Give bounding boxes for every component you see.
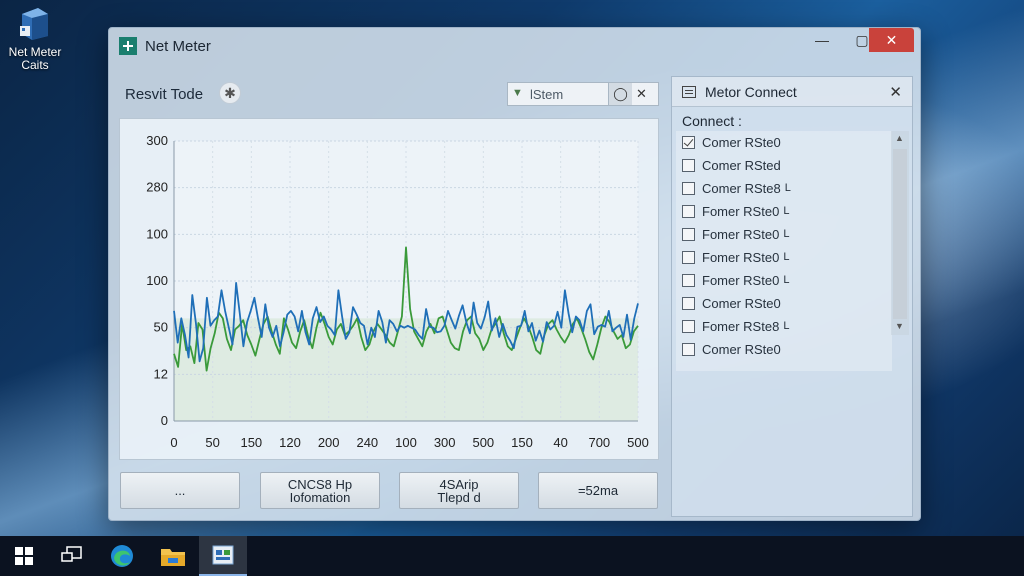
net-meter-taskbar-icon[interactable] [199,536,247,576]
y-tick-label: 100 [146,273,168,288]
edge-icon[interactable] [98,536,146,576]
connection-item[interactable]: Comer RSted [682,154,882,176]
more-button[interactable]: ... [120,472,240,509]
desktop-icon-net-meter[interactable]: Net Meter Caits [4,6,66,72]
meter-connect-panel: Metor Connect ✕ Connect : Comer RSte0 Com… [671,76,913,517]
button-label: 4SArip [439,476,479,492]
x-tick-label: 100 [395,435,417,450]
panel-icon [682,86,696,98]
connection-checkbox[interactable] [682,135,695,149]
search-box[interactable]: ▼ lStem ◯ ✕ [507,82,659,106]
y-tick-label: 280 [146,180,168,195]
connection-label: Comer RSte8 [702,180,781,196]
line-chart: 300280100100501200 50 150 120 200 240 100 300 50… [146,133,649,450]
search-button[interactable]: ◯ [608,83,632,105]
connection-item[interactable]: Fomer RSte0 L [682,200,882,222]
connection-label: Comer RSte0 [702,134,781,150]
app-icon [119,37,137,55]
connection-checkbox[interactable] [682,158,695,172]
connection-label: Comer RSte0 [702,295,781,311]
task-view-icon[interactable] [48,536,96,576]
value-button[interactable]: =52ma [538,472,658,509]
connection-item[interactable]: Comer RSte0 [682,338,882,360]
scroll-thumb[interactable] [893,149,907,319]
net-meter-desktop-icon [18,6,52,42]
windows-start-icon[interactable] [0,536,48,576]
search-clear-icon[interactable]: ✕ [636,86,647,102]
panel-subtitle: Connect : [682,113,742,129]
connection-checkbox[interactable] [682,227,695,241]
connection-item[interactable]: Fomer RSte0 L [682,246,882,268]
x-tick-label: 240 [356,435,378,450]
file-explorer-icon[interactable] [149,536,197,576]
report-button[interactable]: 4SArip Tlepd d [399,472,519,509]
scrollbar[interactable]: ▲ ▼ [891,131,909,335]
button-sublabel: Iofomation [289,489,351,505]
button-label: =52ma [577,483,619,498]
connection-checkbox[interactable] [682,342,695,356]
connection-suffix: L [784,182,791,194]
connection-label: Fomer RSte8 [702,318,780,334]
filter-icon: ▼ [512,87,523,99]
information-button[interactable]: CNCS8 Hp Iofomation [260,472,380,509]
connection-label: Comer RSted [702,157,781,173]
chart-panel: 300 280 100 100 50 12 0 0 50 150 120 200 240 100 300 50… [119,118,659,460]
x-tick-label: 700 [588,435,610,450]
connection-checkbox[interactable] [682,250,695,264]
button-sublabel: Tlepd d [437,489,481,505]
connection-label: Fomer RSte0 [702,226,780,242]
y-tick-label: 100 [146,226,168,241]
x-tick-label: 500 [472,435,494,450]
y-tick-label: 12 [154,366,168,381]
connection-checkbox[interactable] [682,319,695,333]
x-tick-label: 500 [627,435,649,450]
button-label: CNCS8 Hp [287,476,353,492]
search-input[interactable]: lStem [530,87,563,102]
connection-label: Comer RSte0 [702,341,781,357]
panel-close-icon[interactable]: ✕ [889,83,902,101]
window-title: Net Meter [145,38,211,55]
x-tick-label: 200 [318,435,340,450]
x-tick-label: 40 [553,435,567,450]
y-tick-label: 0 [161,413,168,428]
connection-label: Fomer RSte0 [702,203,780,219]
connection-label: Fomer RSte0 [702,272,780,288]
x-tick-label: 0 [170,435,177,450]
panel-header: Metor Connect ✕ [672,77,912,107]
connection-item[interactable]: Comer RSte0 [682,292,882,314]
connection-item[interactable]: Fomer RSte0 L [682,269,882,291]
scroll-up-icon[interactable]: ▲ [895,133,904,143]
toolbar-label: Resvit Tode [125,86,204,103]
taskbar [0,536,1024,576]
connection-checkbox[interactable] [682,296,695,310]
title-bar[interactable]: Net Meter — ▢ ✕ [109,28,920,64]
x-tick-label: 150 [240,435,262,450]
connection-item[interactable]: Comer RSte0 [682,131,882,153]
y-tick-label: 50 [154,320,168,335]
connection-suffix: L [783,274,790,286]
connection-item[interactable]: Comer RSte8 L [682,177,882,199]
connection-suffix: L [783,228,790,240]
x-tick-label: 50 [205,435,219,450]
connection-list: Comer RSte0 Comer RSted Comer RSte8 L Fomer … [676,131,892,371]
panel-title: Metor Connect [705,84,797,100]
connection-item[interactable]: Fomer RSte0 L [682,223,882,245]
connection-suffix: L [783,320,790,332]
x-tick-label: 150 [511,435,533,450]
y-tick-label: 300 [146,133,168,148]
desktop-icon-label: Net Meter Caits [8,45,62,72]
close-button[interactable]: ✕ [869,28,914,52]
connection-checkbox[interactable] [682,273,695,287]
x-tick-label: 300 [434,435,456,450]
connection-checkbox[interactable] [682,204,695,218]
connection-suffix: L [783,205,790,217]
connection-checkbox[interactable] [682,181,695,195]
x-tick-label: 120 [279,435,301,450]
gear-icon[interactable]: ✱ [219,82,241,104]
connection-item[interactable]: Fomer RSte8 L [682,315,882,337]
scroll-down-icon[interactable]: ▼ [895,321,904,331]
button-label: ... [174,483,186,498]
connection-suffix: L [783,251,790,263]
connection-label: Fomer RSte0 [702,249,780,265]
